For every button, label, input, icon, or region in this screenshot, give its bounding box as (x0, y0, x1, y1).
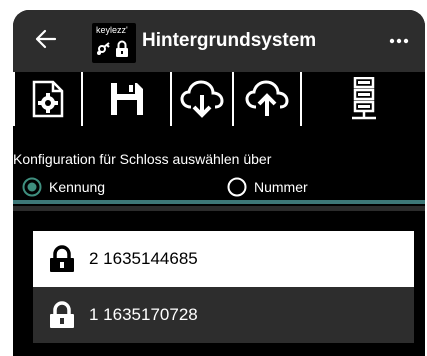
radio-kennung-label: Kennung (49, 179, 106, 195)
lock-icon (50, 301, 74, 328)
app-logo: keylezz' (92, 23, 136, 63)
server-button[interactable] (302, 72, 425, 126)
list-item[interactable]: 2 1635144685 (33, 231, 414, 287)
logo-key-lock-icon (97, 40, 128, 57)
radio-nummer-label: Nummer (254, 179, 308, 195)
page-title: Hintergrundsystem (142, 30, 317, 51)
radio-nummer[interactable]: Nummer (227, 176, 308, 198)
radio-kennung[interactable]: Kennung (22, 176, 105, 198)
radio-selected-icon (22, 177, 42, 197)
app-bar: keylezz' Hintergrundsystem (13, 10, 425, 72)
back-arrow-icon (35, 29, 57, 49)
config-label: Konfiguration für Schloss auswählen über (13, 151, 272, 167)
cloud-download-button[interactable] (172, 72, 232, 126)
list-item[interactable]: 1 1635170728 (33, 287, 414, 343)
overflow-menu-button[interactable] (386, 30, 412, 52)
app-window: keylezz' Hintergrundsystem Konfiguration… (13, 10, 425, 356)
server-icon (351, 77, 376, 120)
settings-file-button[interactable] (15, 72, 81, 126)
radio-unselected-icon (227, 177, 247, 197)
lock-id: 1 1635170728 (89, 305, 198, 324)
save-button[interactable] (83, 72, 170, 126)
cloud-upload-button[interactable] (234, 72, 300, 126)
cloud-upload-icon (245, 80, 289, 116)
action-toolbar (13, 72, 425, 126)
lock-list: 2 1635144685 1 1635170728 (33, 231, 414, 343)
logo-text: keylezz' (96, 25, 128, 35)
lock-icon (50, 245, 74, 272)
more-dots-icon (389, 38, 409, 44)
divider (13, 206, 425, 211)
accent-divider (13, 200, 425, 204)
settings-file-icon (32, 80, 64, 118)
back-button[interactable] (31, 24, 61, 54)
lock-id: 2 1635144685 (89, 249, 198, 268)
save-icon (110, 83, 143, 115)
cloud-download-icon (180, 80, 224, 118)
